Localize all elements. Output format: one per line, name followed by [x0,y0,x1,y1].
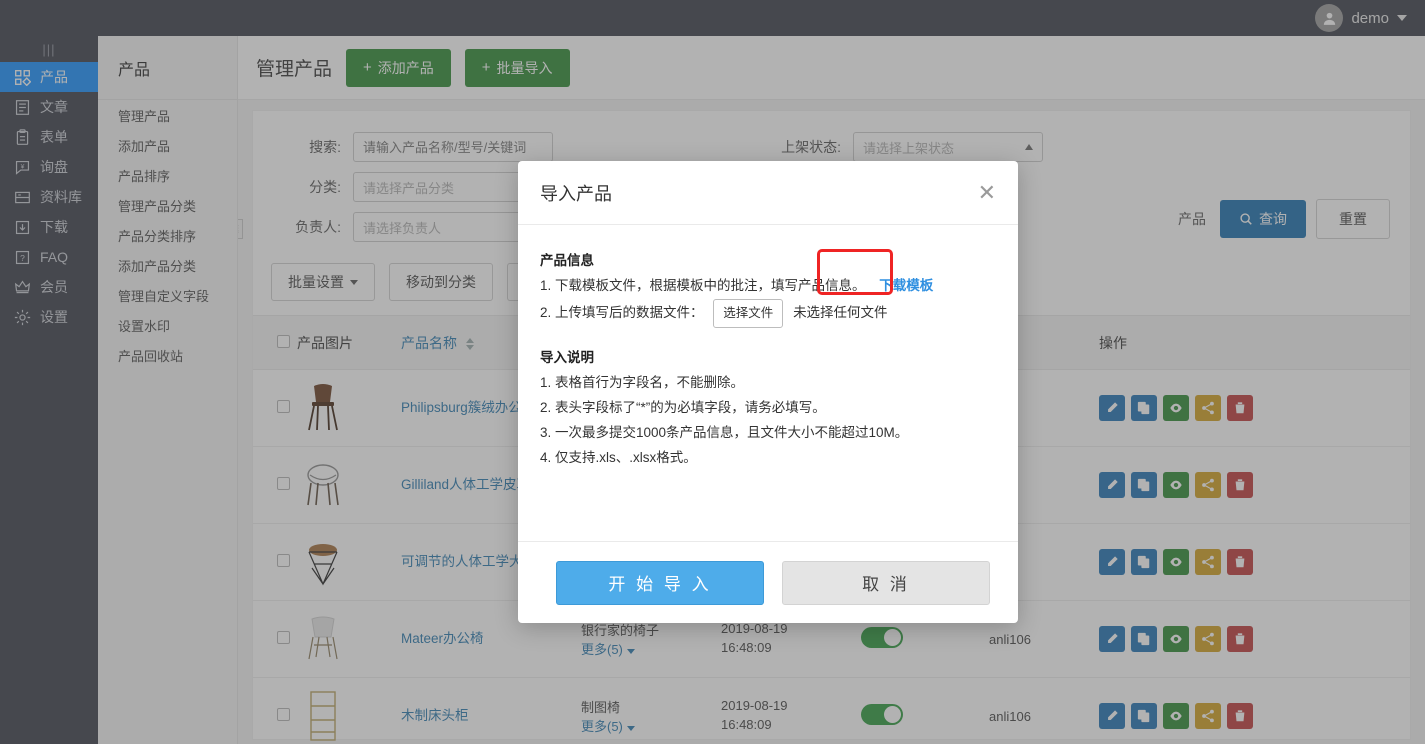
choose-file-button[interactable]: 选择文件 [713,298,784,329]
app-root: demo ||| 产品 文章 表单 ¥ 询盘 资料库 下载 ? FAQ 会员 设… [0,0,1425,744]
dialog-header: 导入产品 ✕ [518,161,1018,225]
no-file-chosen-label: 未选择任何文件 [793,304,888,320]
close-icon[interactable]: ✕ [978,181,996,204]
instruction-2-text: 2. 上传填写后的数据文件： [540,304,704,320]
cancel-button[interactable]: 取 消 [782,560,990,605]
download-template-link[interactable]: 下载模板 [879,278,933,293]
dialog-footer: 开 始 导 入 取 消 [518,541,1018,623]
import-note: 1. 表格首行为字段名，不能删除。 [540,375,745,391]
start-import-button[interactable]: 开 始 导 入 [556,560,764,605]
instruction-1-text: 1. 下载模板文件，根据模板中的批注，填写产品信息。 [540,278,866,293]
instruction-line-1: 1. 下载模板文件，根据模板中的批注，填写产品信息。 下载模板 [540,274,996,299]
import-note: 4. 仅支持.xls、.xlsx格式。 [540,450,697,465]
import-products-dialog: 导入产品 ✕ 产品信息 1. 下载模板文件，根据模板中的批注，填写产品信息。 下… [518,161,1018,623]
import-note: 3. 一次最多提交1000条产品信息，且文件大小不能超过10M。 [540,425,909,441]
import-notes-heading: 导入说明 [540,350,594,366]
instruction-line-2: 2. 上传填写后的数据文件： 选择文件 未选择任何文件 [540,298,996,329]
dialog-body: 产品信息 1. 下载模板文件，根据模板中的批注，填写产品信息。 下载模板 2. … [518,225,1018,541]
dialog-title: 导入产品 [540,183,612,204]
product-info-heading: 产品信息 [540,253,594,268]
import-note: 2. 表头字段标了“*”的为必填字段，请务必填写。 [540,400,826,416]
